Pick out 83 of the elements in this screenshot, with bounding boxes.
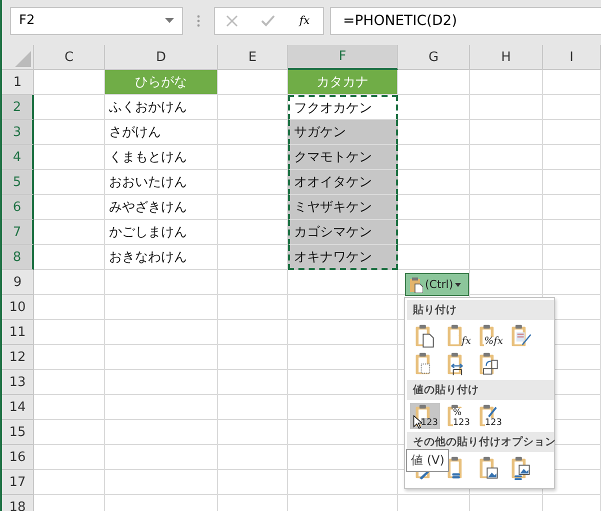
row-header[interactable]: 14 <box>2 395 34 420</box>
row-header[interactable]: 1 <box>2 70 34 95</box>
table-cell: ふくおかけん <box>105 95 218 120</box>
mouse-pointer-icon <box>413 415 422 429</box>
empty-cell <box>543 95 601 120</box>
empty-cell <box>543 220 601 245</box>
column-header[interactable]: D <box>105 45 218 70</box>
column-header[interactable]: H <box>470 45 543 70</box>
column-header[interactable]: F <box>288 45 398 70</box>
row-header[interactable]: 18 <box>2 495 34 511</box>
row-header[interactable]: 12 <box>2 345 34 370</box>
empty-cell <box>218 370 288 395</box>
row-header[interactable]: 4 <box>2 145 34 170</box>
menu-section-heading: 値の貼り付け <box>407 380 554 400</box>
empty-cell <box>218 445 288 470</box>
empty-cell <box>543 70 601 95</box>
empty-cell <box>543 245 601 270</box>
row-header[interactable]: 8 <box>2 245 34 270</box>
menu-section-heading: その他の貼り付けオプション <box>407 432 554 452</box>
row-header[interactable]: 6 <box>2 195 34 220</box>
row-header[interactable]: 17 <box>2 470 34 495</box>
row-header[interactable]: 15 <box>2 420 34 445</box>
row-header[interactable]: 10 <box>2 295 34 320</box>
paste-option-button[interactable]: % 123 <box>442 403 472 429</box>
table-cell: ひらがな <box>105 70 218 95</box>
row-header[interactable]: 3 <box>2 120 34 145</box>
caret-icon <box>455 282 462 286</box>
table-cell: クマモトケン <box>288 145 398 170</box>
table-cell: ミヤザキケン <box>288 195 398 220</box>
column-header[interactable]: I <box>543 45 601 70</box>
table-cell: オオイタケン <box>288 170 398 195</box>
row-header[interactable]: 2 <box>2 95 34 120</box>
row-header[interactable]: 7 <box>2 220 34 245</box>
empty-cell <box>218 270 288 295</box>
check-icon[interactable] <box>260 14 275 26</box>
table-cell: かごしまけん <box>105 220 218 245</box>
empty-cell <box>218 395 288 420</box>
clipboard-icon <box>409 276 423 292</box>
paste-option-button[interactable]: %fx <box>474 323 504 349</box>
paste-source-icon <box>509 324 533 348</box>
table-cell: カゴシマケン <box>288 220 398 245</box>
table-cell: おおいたけん <box>105 170 218 195</box>
dropdown-icon[interactable] <box>165 18 174 23</box>
empty-cell <box>218 295 288 320</box>
empty-cell <box>218 420 288 445</box>
column-header[interactable]: E <box>218 45 288 70</box>
tooltip: 値 (V) <box>406 449 450 472</box>
table-cell: オキナワケン <box>288 245 398 270</box>
empty-cell <box>543 145 601 170</box>
table-cell: サガケン <box>288 120 398 145</box>
table-cell: フクオカケン <box>288 95 398 120</box>
menu-section-heading: 貼り付け <box>407 300 554 320</box>
empty-cell <box>543 195 601 220</box>
empty-cell <box>218 470 288 495</box>
table-cell: くまもとけん <box>105 145 218 170</box>
insert-function-button[interactable]: fx <box>297 14 312 27</box>
paste-transpose-icon <box>477 352 501 376</box>
empty-cell <box>543 170 601 195</box>
paste-options-button[interactable]: (Ctrl) <box>405 273 469 296</box>
row-header[interactable]: 9 <box>2 270 34 295</box>
row-header[interactable]: 16 <box>2 445 34 470</box>
paste-option-button[interactable]: fx <box>442 323 472 349</box>
row-header[interactable]: 13 <box>2 370 34 395</box>
paste-option-button[interactable]: 123 <box>474 403 504 429</box>
column-header[interactable]: G <box>398 45 470 70</box>
empty-cell <box>218 320 288 345</box>
grip-icon <box>197 14 200 26</box>
empty-cell <box>543 120 601 145</box>
paste-linkpicture-icon <box>509 456 533 480</box>
paste-picture-icon <box>477 456 501 480</box>
empty-cell <box>218 345 288 370</box>
table-cell: みやざきけん <box>105 195 218 220</box>
table-cell: おきなわけん <box>105 245 218 270</box>
column-header[interactable]: C <box>34 45 105 70</box>
formula-field[interactable]: =PHONETIC(D2) <box>330 6 601 34</box>
paste-option-button[interactable]: 123 <box>410 403 440 429</box>
table-cell: カタカナ <box>288 70 398 95</box>
row-header[interactable]: 11 <box>2 320 34 345</box>
name-box[interactable]: F2 <box>10 6 183 34</box>
empty-cell <box>543 270 601 295</box>
row-header[interactable]: 5 <box>2 170 34 195</box>
paste-paste-icon <box>413 324 437 348</box>
table-cell: さがけん <box>105 120 218 145</box>
